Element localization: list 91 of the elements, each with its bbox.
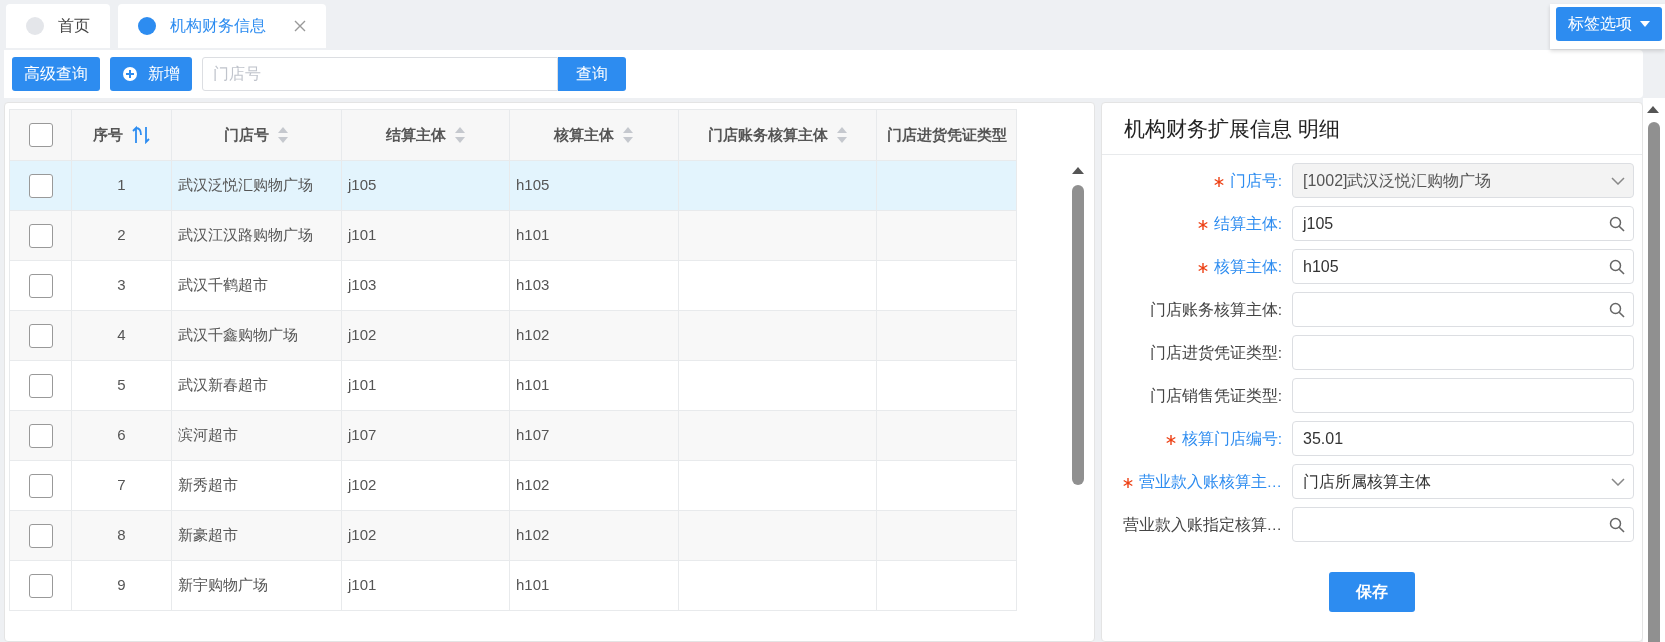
input-field[interactable] (1292, 292, 1634, 327)
sort-icon (277, 126, 289, 144)
form-label: 结算主体: (1102, 211, 1282, 236)
table-cell: j105 (342, 161, 510, 211)
scrollbar-thumb[interactable] (1072, 185, 1084, 485)
row-number: 9 (72, 561, 172, 611)
form-label: 核算主体: (1102, 254, 1282, 279)
row-number: 8 (72, 511, 172, 561)
checkbox[interactable] (28, 173, 53, 198)
checkbox[interactable] (28, 323, 53, 348)
search-icon (1609, 301, 1625, 318)
plus-circle-icon (122, 66, 138, 82)
chevron-down-icon (1611, 176, 1625, 185)
input-field[interactable] (1292, 335, 1634, 370)
sort-icon (835, 126, 848, 144)
swap-arrows-icon (130, 125, 151, 145)
scroll-up-icon[interactable] (1647, 106, 1659, 113)
form-label: 营业款入账核算主… (1102, 469, 1282, 494)
table-cell: j101 (342, 561, 510, 611)
required-asterisk-icon (1197, 262, 1208, 273)
search-icon (1609, 258, 1625, 275)
sort-icon (622, 126, 634, 144)
form-label: 门店账务核算主体: (1148, 299, 1282, 320)
form-label: 门店号: (1102, 168, 1282, 193)
required-asterisk-icon (1122, 477, 1133, 488)
chevron-down-icon (1611, 477, 1625, 486)
table-cell: 武汉江汉路购物广场 (172, 211, 342, 261)
input-field[interactable]: 35.01 (1292, 421, 1634, 456)
form-label: 营业款入账指定核算… (1121, 514, 1282, 535)
required-asterisk-icon (1165, 434, 1176, 445)
tab-dot-icon (26, 17, 44, 35)
table-cell: 滨河超市 (172, 411, 342, 461)
table-row[interactable]: 1 武汉泛悦汇购物广场 j105 h105 (10, 161, 1018, 211)
column-header[interactable]: 核算主体 (554, 123, 614, 147)
table-cell: h107 (510, 411, 679, 461)
row-number: 6 (72, 411, 172, 461)
table-row[interactable]: 4 武汉千鑫购物广场 j102 h102 (10, 311, 1018, 361)
scrollbar-thumb[interactable] (1648, 122, 1660, 642)
input-field[interactable] (1292, 378, 1634, 413)
table-row[interactable]: 2 武汉江汉路购物广场 j101 h101 (10, 211, 1018, 261)
close-icon[interactable] (294, 20, 306, 32)
table-cell: j102 (342, 311, 510, 361)
table-cell: h102 (510, 311, 679, 361)
table-cell: 武汉千鑫购物广场 (172, 311, 342, 361)
table-cell: j101 (342, 211, 510, 261)
input-field[interactable] (1292, 507, 1634, 542)
table-cell: h105 (510, 161, 679, 211)
column-header[interactable]: 门店号 (224, 123, 269, 147)
table-cell: h101 (510, 211, 679, 261)
tab[interactable]: 首页 (6, 4, 110, 48)
form-label: 核算门店编号: (1102, 426, 1282, 451)
checkbox[interactable] (28, 223, 53, 248)
table-cell: 新宇购物广场 (172, 561, 342, 611)
table-cell: j107 (342, 411, 510, 461)
search-icon (1609, 215, 1625, 232)
row-number: 1 (72, 161, 172, 211)
table-cell: h101 (510, 561, 679, 611)
required-asterisk-icon (1197, 219, 1208, 230)
row-number: 2 (72, 211, 172, 261)
table-row[interactable]: 9 新宇购物广场 j101 h101 (10, 561, 1018, 611)
search-icon (1609, 516, 1625, 533)
table-cell: 武汉泛悦汇购物广场 (172, 161, 342, 211)
table-cell: j102 (342, 511, 510, 561)
form-label: 门店进货凭证类型: (1148, 342, 1282, 363)
checkbox[interactable] (28, 273, 53, 298)
checkbox[interactable] (28, 573, 53, 598)
column-header[interactable]: 序号 (92, 123, 123, 147)
form-label: 门店销售凭证类型: (1148, 385, 1282, 406)
tab[interactable]: 机构财务信息 (118, 4, 326, 48)
row-number: 4 (72, 311, 172, 361)
table-row[interactable]: 8 新豪超市 j102 h102 (10, 511, 1018, 561)
input-field[interactable]: h105 (1292, 249, 1634, 284)
input-field[interactable]: 门店所属核算主体 (1292, 464, 1634, 499)
table-row[interactable]: 6 滨河超市 j107 h107 (10, 411, 1018, 461)
sort-icon (453, 126, 466, 144)
scroll-up-icon[interactable] (1072, 167, 1084, 174)
select-all-checkbox[interactable] (28, 123, 53, 147)
input-field: [1002]武汉泛悦汇购物广场 (1292, 163, 1634, 198)
search-field[interactable]: 门店号 (202, 57, 558, 91)
required-asterisk-icon (1213, 176, 1224, 187)
checkbox[interactable] (28, 373, 53, 398)
input-field[interactable]: j105 (1292, 206, 1634, 241)
column-header[interactable]: 结算主体 (385, 123, 446, 147)
checkbox[interactable] (28, 473, 53, 498)
panel-title: 机构财务扩展信息 明细 (1102, 103, 1642, 155)
tab-dot-icon (138, 17, 156, 35)
checkbox[interactable] (28, 423, 53, 448)
checkbox[interactable] (28, 523, 53, 548)
table-cell: h102 (510, 511, 679, 561)
table-cell: 新豪超市 (172, 511, 342, 561)
caret-down-icon (1640, 21, 1650, 27)
